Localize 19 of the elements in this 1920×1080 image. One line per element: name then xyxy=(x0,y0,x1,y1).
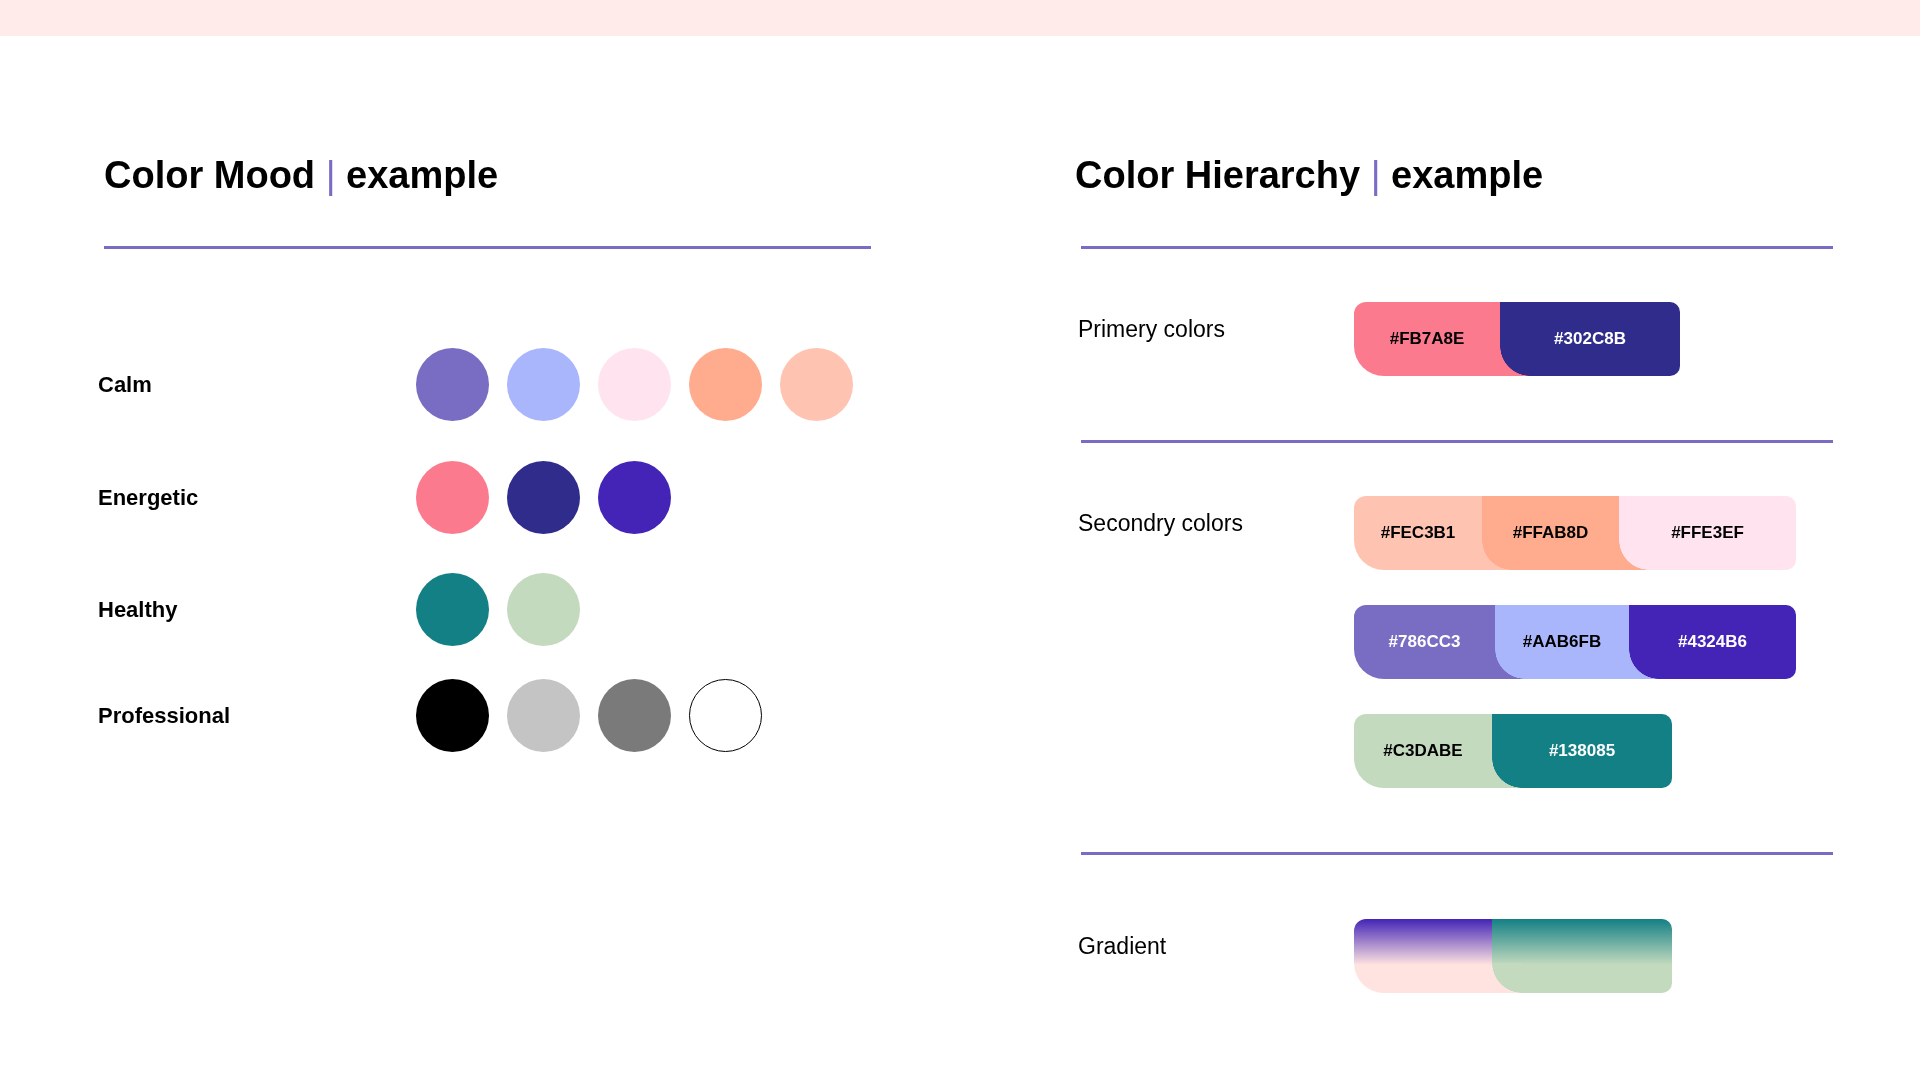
mood-label: Healthy xyxy=(98,596,179,623)
color-swatch: #FEC3B1 xyxy=(1354,496,1482,570)
group-label: Secondry colors xyxy=(1078,509,1244,538)
color-swatch: #FFE3EF xyxy=(1619,496,1796,570)
color-swatch: #138085 xyxy=(1492,714,1672,788)
section-title: Color Hierarchy | example xyxy=(1075,156,1545,198)
mood-label: Calm xyxy=(98,371,153,398)
color-swatch: #C3DABE xyxy=(1354,714,1492,788)
color-swatch: #AAB6FB xyxy=(1495,605,1629,679)
color-swatch: #4324B6 xyxy=(1629,605,1796,679)
color-swatch: #FFAB8D xyxy=(1482,496,1619,570)
color-swatch: #302C8B xyxy=(1500,302,1680,376)
group-label: Gradient xyxy=(1078,932,1168,961)
section-title: Color Mood | example xyxy=(104,156,500,198)
group-label: Primery colors xyxy=(1078,315,1226,344)
mood-label: Energetic xyxy=(98,484,200,511)
color-swatch: #FB7A8E xyxy=(1354,302,1500,376)
mood-label: Professional xyxy=(98,702,232,729)
color-swatch: #786CC3 xyxy=(1354,605,1495,679)
